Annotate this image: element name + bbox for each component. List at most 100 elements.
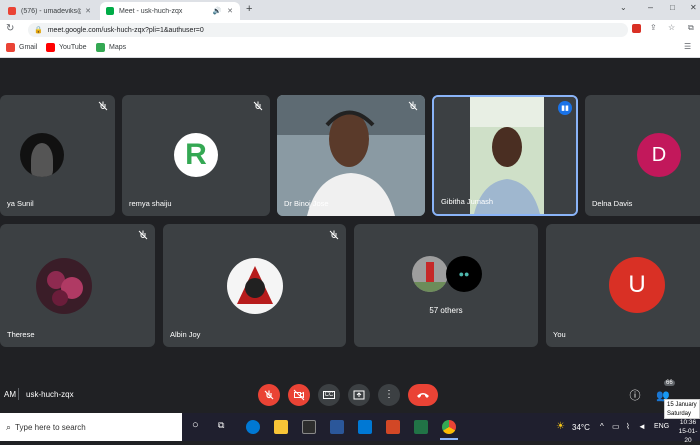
meeting-code: usk-huch-zqx: [26, 390, 74, 399]
speaker-icon[interactable]: 🔊: [211, 7, 223, 15]
mic-off-icon: [253, 101, 263, 111]
present-button[interactable]: [348, 384, 370, 406]
battery-icon[interactable]: ▭: [612, 422, 620, 431]
star-icon[interactable]: ☆: [668, 23, 675, 32]
close-window-icon[interactable]: ✕: [690, 3, 697, 12]
participant-tile-video[interactable]: Dr Binoj Jose: [277, 95, 425, 216]
video-feed: [277, 95, 425, 216]
mic-off-icon: [408, 101, 418, 111]
avatar-initial: D: [651, 143, 667, 166]
close-icon[interactable]: ✕: [84, 7, 92, 15]
search-icon: ⌕: [6, 421, 12, 432]
participant-name: remya shaiju: [129, 199, 172, 208]
captions-button[interactable]: CC: [318, 384, 340, 406]
avatar-initial: R: [185, 138, 207, 171]
bookmark-maps[interactable]: Maps: [96, 43, 126, 52]
word-icon[interactable]: [330, 420, 344, 434]
bookmark-label: Maps: [109, 44, 127, 51]
taskbar-search-field[interactable]: ⌕ Type here to search: [0, 413, 182, 441]
people-count-badge: 66: [664, 380, 675, 386]
gmail-icon: [6, 43, 15, 52]
avatar: R: [174, 133, 218, 177]
tab-title: Meet - usk-huch-zqx: [119, 7, 183, 15]
chevron-down-icon[interactable]: ⌄: [620, 3, 627, 12]
participant-tile[interactable]: Therese: [0, 224, 155, 347]
bookmark-gmail[interactable]: Gmail: [6, 43, 37, 52]
tab-gmail[interactable]: (576) - umadeviks@prajyo ✕: [2, 2, 98, 20]
chrome-icon[interactable]: [442, 420, 456, 434]
close-icon[interactable]: ✕: [226, 7, 234, 15]
hang-up-icon: [417, 393, 429, 398]
minimize-icon[interactable]: –: [648, 2, 653, 12]
participant-tile[interactable]: Albin Joy: [163, 224, 346, 347]
participant-name: You: [553, 330, 566, 339]
browser-tab-strip: (576) - umadeviks@prajyo ✕ Meet - usk-hu…: [0, 0, 700, 20]
temperature[interactable]: 34°C: [572, 423, 590, 432]
file-explorer-icon[interactable]: [274, 420, 288, 434]
avatar: [412, 256, 448, 292]
mail-icon[interactable]: [358, 420, 372, 434]
participant-tile[interactable]: ya Sunil: [0, 95, 115, 216]
date-tooltip: 15 January Saturday: [664, 399, 700, 419]
more-options-button[interactable]: ⋮: [378, 384, 400, 406]
participant-name: Dr Binoj Jose: [284, 199, 329, 208]
lock-icon[interactable]: 🔒: [34, 26, 43, 34]
call-control-bar: AM usk-huch-zqx CC ⋮ ⓘ 👥 66 15 January S…: [0, 380, 700, 419]
present-icon: [353, 390, 365, 400]
avatar: [20, 133, 64, 177]
divider: [18, 388, 19, 400]
bookmark-youtube[interactable]: YouTube: [46, 43, 87, 52]
store-icon[interactable]: [302, 420, 316, 434]
edge-icon[interactable]: [246, 420, 260, 434]
tab-meet[interactable]: Meet - usk-huch-zqx 🔊 ✕: [100, 2, 240, 20]
more-vert-icon: ⋮: [384, 389, 394, 400]
bookmarks-bar: Gmail YouTube Maps ☰: [0, 40, 700, 58]
new-tab-button[interactable]: +: [246, 3, 252, 15]
participant-tile-active-speaker[interactable]: ▮▮ Gibitha Jumash: [432, 95, 578, 216]
volume-icon[interactable]: ◄: [638, 422, 646, 431]
participant-tile[interactable]: D Delna Davis: [585, 95, 700, 216]
others-tile[interactable]: ●● 57 others: [354, 224, 538, 347]
share-icon[interactable]: ⇪: [650, 23, 657, 32]
tooltip-date: 15 January: [667, 402, 697, 408]
end-call-button[interactable]: [408, 384, 438, 406]
reload-icon[interactable]: ↻: [6, 23, 14, 34]
mic-toggle-button[interactable]: [258, 384, 280, 406]
clock-time: 10:36: [679, 419, 697, 426]
info-icon: ⓘ: [629, 390, 641, 402]
url-field[interactable]: 🔒 meet.google.com/usk-huch-zqx?pli=1&aut…: [28, 23, 628, 37]
participant-name: Delna Davis: [592, 199, 633, 208]
mic-off-icon: [329, 230, 339, 240]
meeting-details-button[interactable]: ⓘ: [624, 384, 646, 406]
participant-name: Therese: [7, 330, 35, 339]
participant-tile[interactable]: R remya shaiju: [122, 95, 270, 216]
camera-blocked-icon[interactable]: [632, 24, 641, 33]
language-indicator[interactable]: ENG: [654, 423, 669, 430]
task-view-icon[interactable]: ⧉: [218, 420, 224, 431]
camera-toggle-button[interactable]: [288, 384, 310, 406]
cortana-icon[interactable]: ○: [192, 419, 199, 431]
tooltip-day: Saturday: [667, 411, 692, 417]
captions-icon: CC: [322, 391, 336, 399]
bookmark-label: Gmail: [19, 44, 38, 51]
self-tile[interactable]: U You: [546, 224, 700, 347]
clock-date: 15-01-20: [678, 428, 698, 444]
network-icon[interactable]: ⌇: [626, 422, 630, 431]
url-text: meet.google.com/usk-huch-zqx?pli=1&authu…: [47, 26, 204, 34]
avatar: U: [609, 257, 665, 313]
excel-icon[interactable]: [414, 420, 428, 434]
avatar: ●●: [446, 256, 482, 292]
participant-name: Albin Joy: [170, 330, 201, 339]
reading-list-icon[interactable]: ☰: [684, 42, 691, 51]
maps-icon: [96, 43, 105, 52]
participant-name: Gibitha Jumash: [441, 197, 494, 206]
extensions-icon[interactable]: ⧉: [688, 23, 694, 33]
mic-off-icon: [264, 390, 274, 400]
weather-icon: ☀: [556, 421, 565, 432]
chevron-up-icon[interactable]: ^: [600, 422, 604, 431]
powerpoint-icon[interactable]: [386, 420, 400, 434]
maximize-icon[interactable]: □: [670, 3, 675, 12]
avatar: [36, 258, 92, 314]
bookmark-label: YouTube: [59, 44, 87, 51]
others-count: 57 others: [429, 306, 463, 315]
